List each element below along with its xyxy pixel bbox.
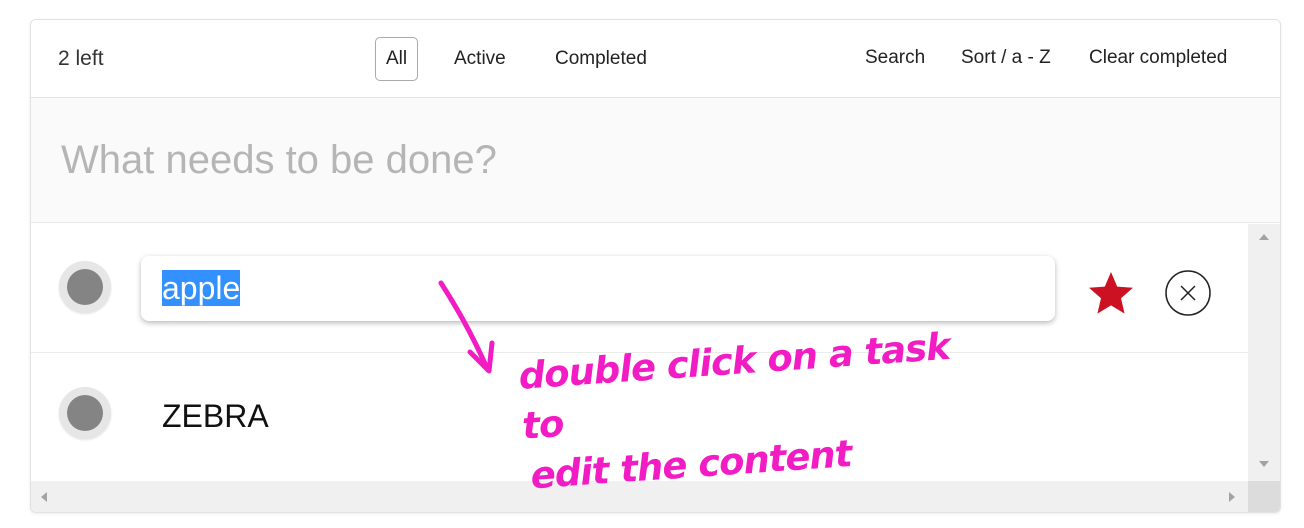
new-todo-input[interactable]: [31, 98, 1280, 223]
todo-label: ZEBRA: [162, 398, 269, 434]
toggle-dot: [67, 395, 103, 431]
todo-item[interactable]: ZEBRA: [31, 353, 1248, 482]
items-left-count: 2 left: [58, 47, 104, 70]
sort-button[interactable]: Sort / a - Z: [961, 47, 1051, 69]
toggle-complete-checkbox[interactable]: [59, 261, 111, 313]
edit-todo-input[interactable]: apple: [141, 256, 1055, 321]
horizontal-scrollbar[interactable]: [31, 481, 1248, 512]
filter-active-button[interactable]: Active: [443, 37, 517, 81]
search-button[interactable]: Search: [865, 47, 925, 69]
toggle-complete-checkbox[interactable]: [59, 387, 111, 439]
toggle-dot: [67, 269, 103, 305]
todo-item-editing[interactable]: apple: [31, 224, 1248, 353]
todo-app: 2 left All Active Completed Search Sort …: [30, 19, 1281, 513]
vertical-scrollbar[interactable]: [1248, 224, 1280, 481]
delete-todo-icon[interactable]: [1164, 269, 1212, 317]
filter-completed-button[interactable]: Completed: [544, 37, 658, 81]
filter-all-button[interactable]: All: [375, 37, 419, 81]
scrollbar-corner: [1248, 481, 1280, 512]
scroll-right-arrow-icon[interactable]: [1229, 492, 1235, 502]
scroll-down-arrow-icon[interactable]: [1259, 461, 1269, 467]
selected-text: apple: [162, 270, 241, 306]
scroll-up-arrow-icon[interactable]: [1259, 234, 1269, 240]
toolbar: 2 left All Active Completed Search Sort …: [31, 20, 1280, 98]
star-icon[interactable]: [1085, 268, 1137, 318]
todo-list: apple ZEBRA: [31, 224, 1248, 482]
scroll-left-arrow-icon[interactable]: [41, 492, 47, 502]
clear-completed-button[interactable]: Clear completed: [1089, 47, 1227, 69]
